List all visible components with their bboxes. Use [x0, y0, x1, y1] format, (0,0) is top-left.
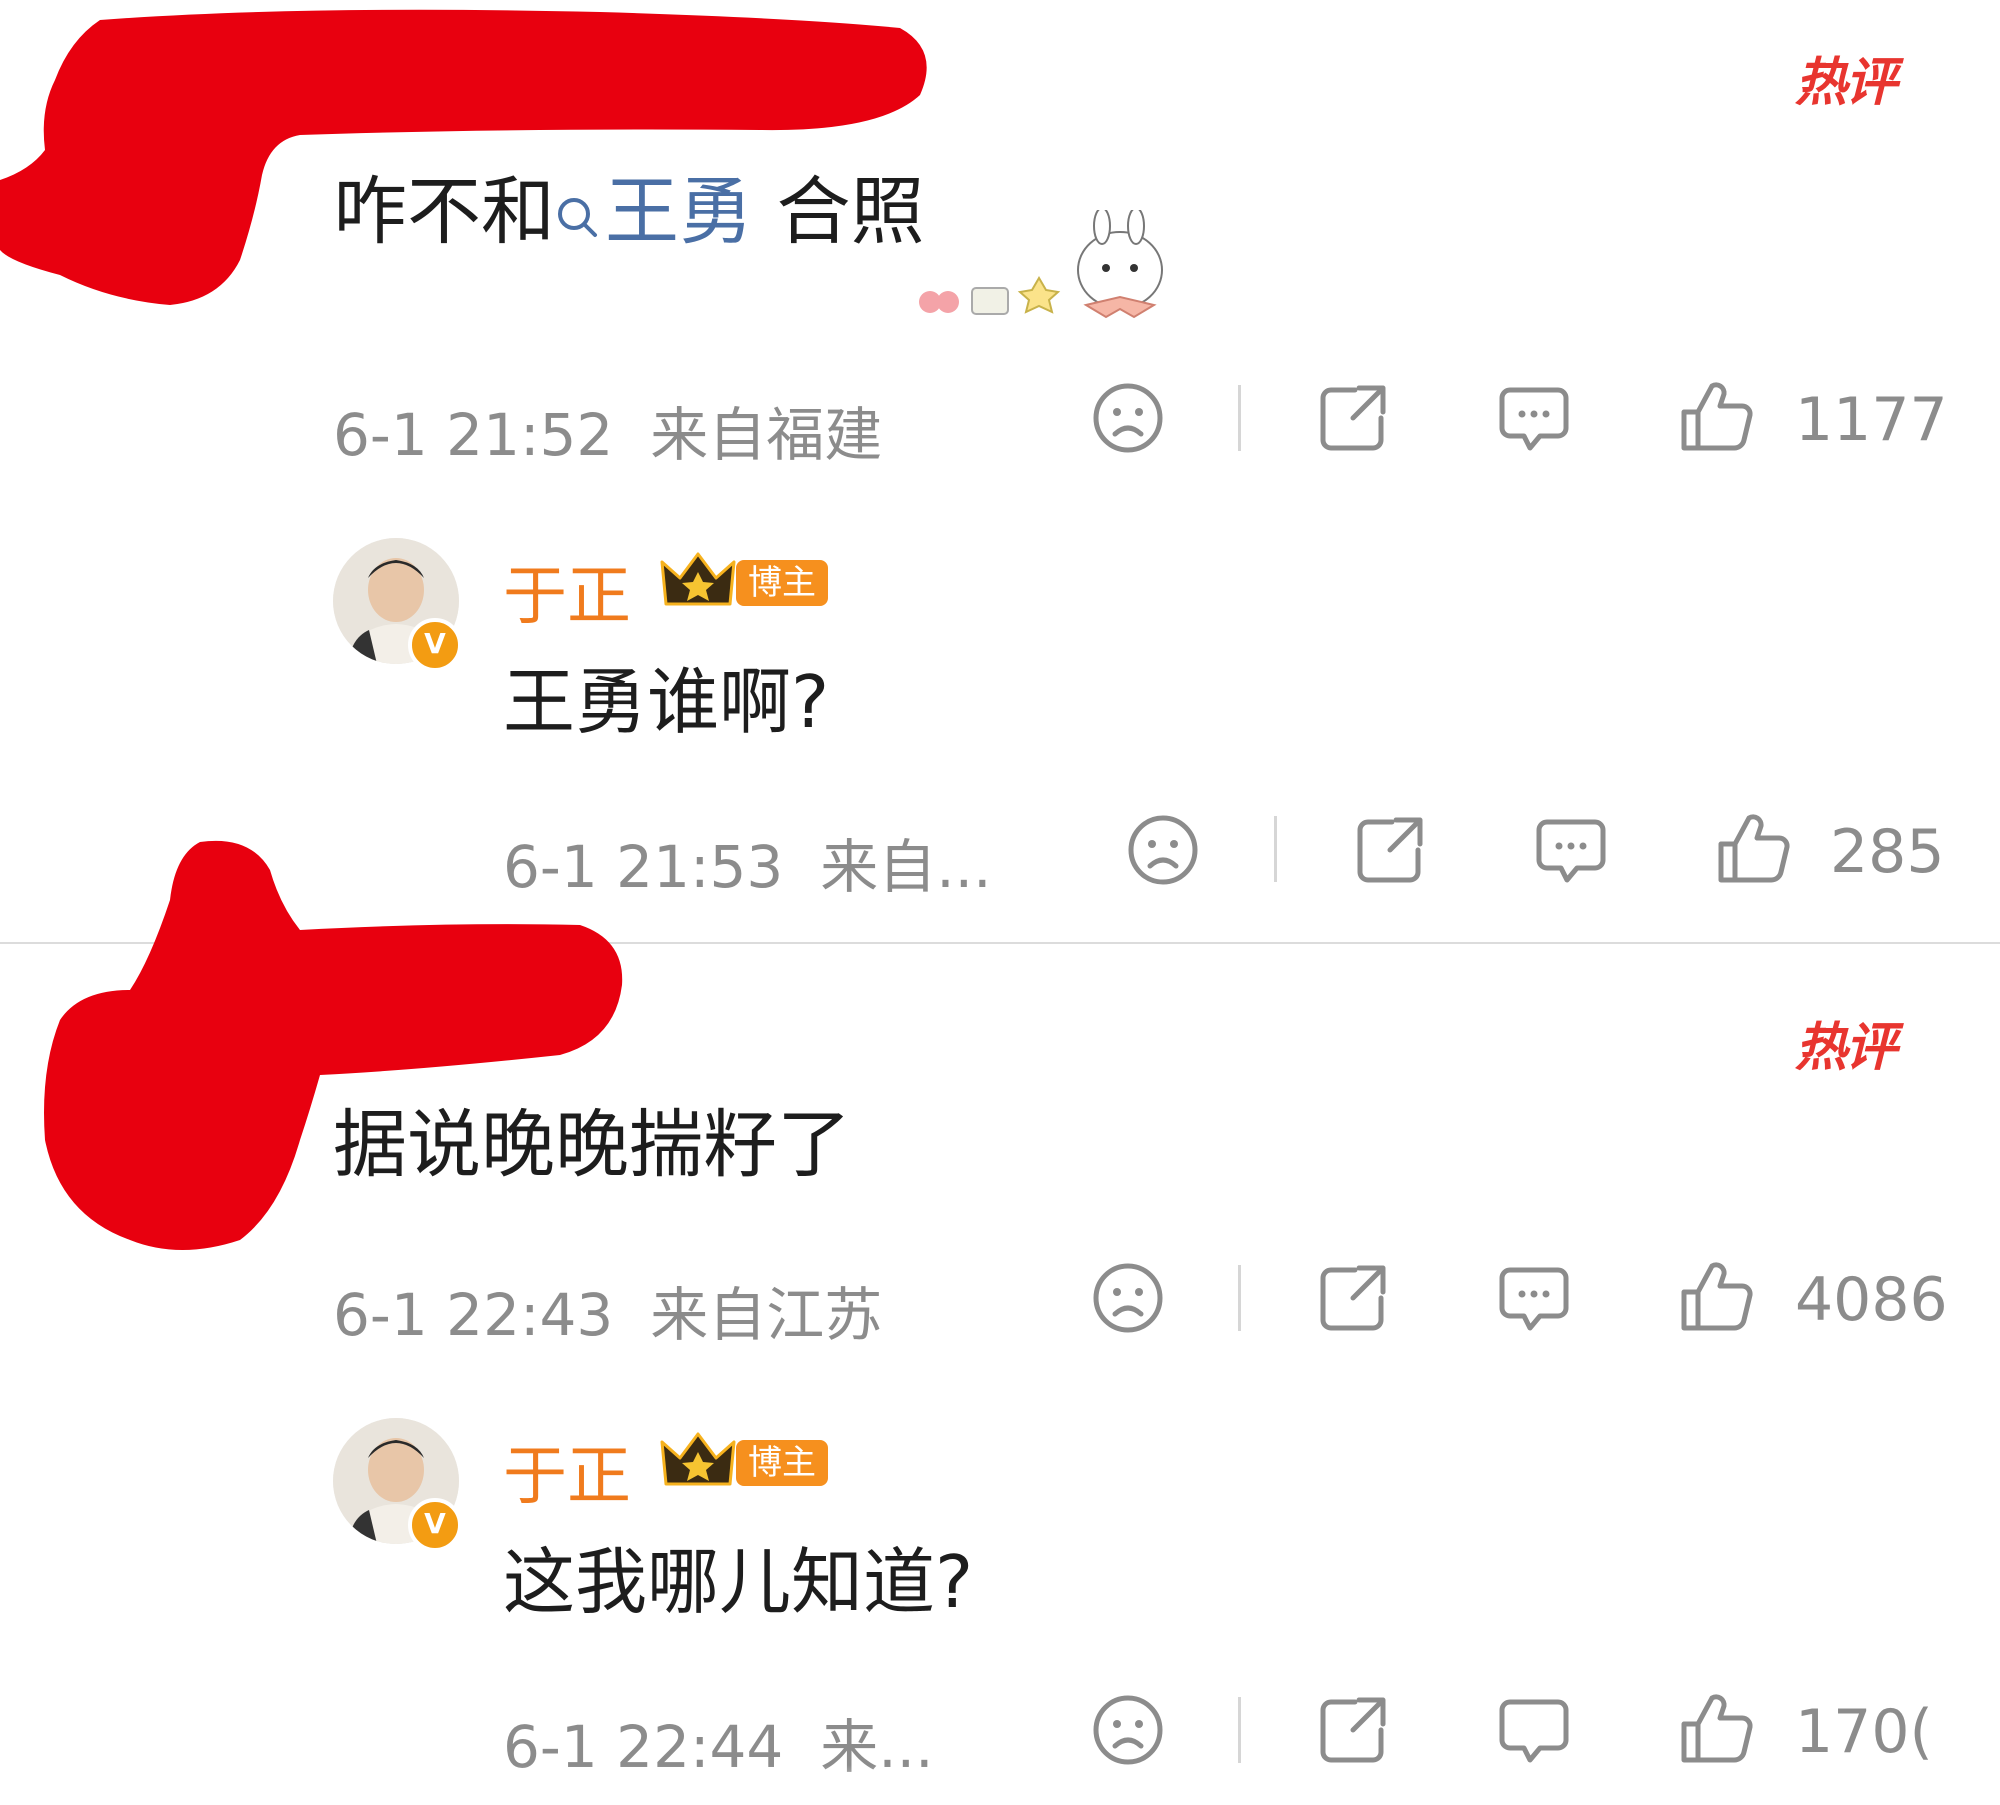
comment-icon[interactable] — [1533, 812, 1609, 888]
hot-comment-badge: 热评 — [1795, 1018, 1897, 1078]
like-count: 1177 — [1795, 385, 1948, 455]
reply-meta: 6-1 21:53 来自... — [503, 833, 992, 901]
comment-icon[interactable] — [1496, 1260, 1572, 1336]
comment-text: 咋不和 王勇 合照 — [333, 169, 925, 255]
like-count: 4086 — [1795, 1265, 1948, 1335]
divider — [1274, 816, 1277, 882]
reply-author-name[interactable]: 于正 — [503, 1425, 631, 1517]
share-icon[interactable] — [1315, 1260, 1391, 1336]
sad-face-icon[interactable] — [1090, 1260, 1166, 1336]
like-count: 170( — [1795, 1697, 1933, 1767]
thumbs-up-icon[interactable] — [1678, 1258, 1754, 1334]
divider — [1238, 1697, 1241, 1763]
share-icon[interactable] — [1352, 812, 1428, 888]
like-count: 285 — [1830, 817, 1945, 887]
comment-meta: 6-1 22:43 来自江苏 — [333, 1281, 883, 1349]
user-mention-link[interactable]: 王勇 — [555, 169, 753, 255]
search-icon — [558, 198, 597, 237]
thumbs-up-icon[interactable] — [1715, 810, 1791, 886]
thumbs-up-icon[interactable] — [1678, 1690, 1754, 1766]
share-icon[interactable] — [1315, 1692, 1391, 1768]
divider — [1238, 1265, 1241, 1331]
crown-icon — [660, 1432, 736, 1486]
comment-meta: 6-1 21:52 来自福建 — [333, 401, 883, 469]
share-icon[interactable] — [1315, 380, 1391, 456]
sad-face-icon[interactable] — [1090, 1692, 1166, 1768]
author-tag: 博主 — [736, 1440, 828, 1486]
bottom-fade — [0, 1765, 2000, 1805]
reply-text: 王勇谁啊? — [503, 660, 830, 744]
sad-face-icon[interactable] — [1090, 380, 1166, 456]
sticker-decoration — [919, 210, 1163, 319]
reply-text: 这我哪儿知道? — [503, 1540, 974, 1624]
comment-icon[interactable] — [1496, 380, 1572, 456]
comment-text: 据说晚晚揣籽了 — [333, 1102, 851, 1188]
hot-comment-badge: 热评 — [1795, 53, 1897, 113]
crown-icon — [660, 552, 736, 606]
comment-icon[interactable] — [1496, 1692, 1572, 1768]
thread-separator — [0, 942, 2000, 944]
thumbs-up-icon[interactable] — [1678, 378, 1754, 454]
sad-face-icon[interactable] — [1125, 812, 1201, 888]
author-tag: 博主 — [736, 560, 828, 606]
divider — [1238, 385, 1241, 451]
reply-author-name[interactable]: 于正 — [503, 545, 631, 637]
verified-icon: V — [408, 1498, 462, 1552]
verified-icon: V — [408, 618, 462, 672]
